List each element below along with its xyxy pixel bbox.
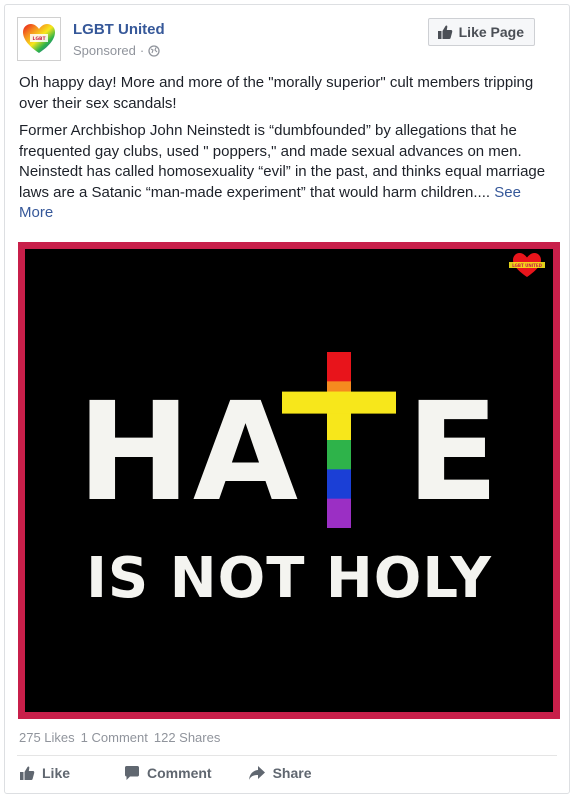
headline-left-text: HA	[77, 374, 301, 532]
comment-button[interactable]: Comment	[124, 765, 212, 781]
post-actions-bar: Like Comment Share	[19, 765, 312, 781]
post-paragraph-1: Oh happy day! More and more of the "mora…	[19, 74, 534, 112]
sponsored-separator: ·	[139, 43, 145, 58]
cross-vertical-segment	[327, 498, 351, 528]
share-label: Share	[272, 765, 312, 781]
rainbow-heart-logo-icon: LGBT	[23, 24, 55, 53]
ad-post-card: LGBT LGBT United Sponsored · Like Page O…	[4, 4, 570, 794]
lgbt-united-watermark-icon: LGBT UNITED	[509, 253, 545, 277]
post-paragraph-2-text: Former Archbishop John Neinstedt is “dum…	[19, 122, 546, 201]
image-subline: IS NOT HOLY	[86, 546, 492, 611]
share-arrow-icon	[248, 766, 265, 780]
like-page-button[interactable]: Like Page	[427, 18, 535, 46]
likes-count[interactable]: 275 Likes	[19, 730, 75, 745]
cross-vertical-segment	[327, 469, 351, 500]
sponsored-line: Sponsored ·	[73, 43, 160, 58]
like-label: Like	[42, 765, 71, 781]
cross-vertical-segment	[327, 440, 351, 470]
post-paragraph-2: Former Archbishop John Neinstedt is “dum…	[19, 121, 549, 224]
thumbs-up-icon	[20, 766, 35, 780]
like-button[interactable]: Like	[19, 765, 70, 781]
rainbow-cross-icon	[282, 352, 396, 528]
cross-vertical-segment	[327, 352, 351, 382]
actions-divider	[17, 755, 557, 756]
page-name-link[interactable]: LGBT United	[73, 21, 165, 38]
cross-center-segment	[327, 391, 351, 414]
globe-icon[interactable]	[148, 44, 160, 57]
sponsored-label[interactable]: Sponsored	[73, 43, 136, 58]
thumbs-up-icon	[437, 25, 452, 39]
post-image[interactable]: LGBT UNITED HA E IS NOT HOLY	[18, 242, 560, 719]
page-avatar[interactable]: LGBT	[17, 17, 61, 61]
share-button[interactable]: Share	[248, 765, 312, 781]
svg-text:LGBT: LGBT	[32, 36, 46, 42]
watermark-text: LGBT UNITED	[512, 263, 543, 268]
engagement-stats: 275 Likes 1 Comment 122 Shares	[19, 730, 220, 745]
comments-count[interactable]: 1 Comment	[81, 730, 148, 745]
cross-vertical-segment	[327, 410, 351, 441]
comment-bubble-icon	[125, 766, 140, 780]
shares-count[interactable]: 122 Shares	[154, 730, 221, 745]
headline-right-text: E	[406, 374, 501, 532]
post-text: Oh happy day! More and more of the "mora…	[19, 73, 549, 231]
comment-label: Comment	[147, 765, 212, 781]
like-page-label: Like Page	[458, 24, 524, 40]
post-image-canvas: LGBT UNITED HA E IS NOT HOLY	[25, 249, 553, 712]
